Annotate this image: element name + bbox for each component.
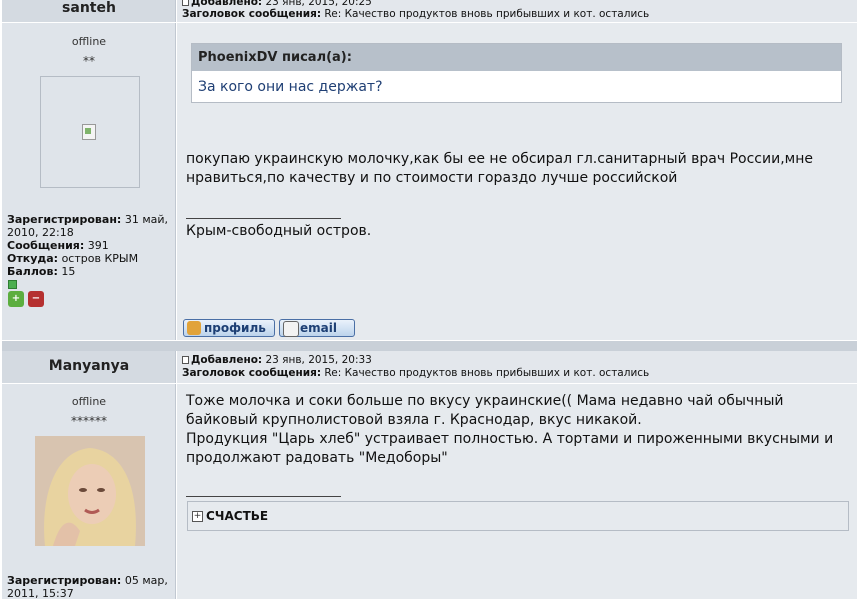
- posted-value: 23 янв, 2015, 20:25: [265, 0, 371, 8]
- message-line: нравиться,по качеству и по стоимости гор…: [186, 169, 813, 188]
- rank-stars: ******: [2, 414, 176, 428]
- subject-value: Re: Качество продуктов вновь прибывших и…: [324, 367, 649, 379]
- profile-button[interactable]: профиль: [183, 319, 275, 337]
- subject-value: Re: Качество продуктов вновь прибывших и…: [324, 8, 649, 20]
- posted-value: 23 янв, 2015, 20:33: [265, 354, 371, 366]
- signature: Крым-свободный остров.: [186, 222, 371, 241]
- quote-text: За кого они нас держат?: [192, 71, 841, 103]
- post-icon[interactable]: [182, 0, 189, 6]
- post-subject: Заголовок сообщения: Re: Качество продук…: [182, 8, 649, 21]
- avatar: [35, 436, 145, 546]
- thumbs-down-icon[interactable]: −: [28, 291, 44, 307]
- thumbs-up-icon[interactable]: +: [8, 291, 24, 307]
- post-icon[interactable]: [182, 356, 189, 364]
- expand-icon[interactable]: +: [192, 511, 203, 522]
- quote-header: PhoenixDV писал(а):: [192, 44, 841, 71]
- status-dot-icon: [8, 280, 17, 289]
- email-label: email: [300, 321, 337, 335]
- author-name[interactable]: santeh: [2, 0, 176, 16]
- author-name[interactable]: Manyanya: [2, 358, 176, 374]
- forum-thread: santeh Добавлено: 23 янв, 2015, 20:25 За…: [2, 0, 857, 599]
- envelope-icon: [283, 321, 299, 337]
- post-subject: Заголовок сообщения: Re: Качество продук…: [182, 367, 649, 380]
- posted-label: Добавлено:: [191, 354, 262, 366]
- avatar-photo: [35, 436, 145, 546]
- signature-divider: [186, 496, 341, 497]
- footer-right: профиль email: [177, 313, 857, 340]
- rank-stars: **: [2, 54, 176, 68]
- quote-block: PhoenixDV писал(а): За кого они нас держ…: [191, 43, 842, 103]
- online-status: offline: [2, 395, 176, 408]
- message-line: продолжают радовать "Медоборы": [186, 449, 833, 468]
- post-message: покупаю украинскую молочку,как бы ее не …: [186, 150, 813, 188]
- author-cell: Manyanya: [2, 351, 176, 383]
- post-header: santeh Добавлено: 23 янв, 2015, 20:25 За…: [2, 0, 857, 22]
- post-header: Manyanya Добавлено: 23 янв, 2015, 20:33 …: [2, 351, 857, 383]
- message-line: покупаю украинскую молочку,как бы ее не …: [186, 150, 813, 169]
- subject-label: Заголовок сообщения:: [182, 367, 321, 379]
- author-cell: santeh: [2, 0, 176, 22]
- message-line: Тоже молочка и соки больше по вкусу укра…: [186, 392, 833, 411]
- broken-image-icon: [82, 124, 96, 140]
- post-footer: профиль email: [2, 313, 857, 340]
- message-line: Продукция "Царь хлеб" устраивает полност…: [186, 430, 833, 449]
- profile-label: профиль: [204, 321, 266, 335]
- post-date: Добавлено: 23 янв, 2015, 20:33: [182, 354, 372, 367]
- footer-left: [2, 313, 176, 340]
- post-meta-cell: Добавлено: 23 янв, 2015, 20:33 Заголовок…: [177, 351, 857, 383]
- user-info: Зарегистрирован: 05 мар, 2011, 15:37: [7, 574, 173, 599]
- online-status: offline: [2, 35, 176, 48]
- signature-divider: [186, 218, 341, 219]
- post-meta-cell: Добавлено: 23 янв, 2015, 20:25 Заголовок…: [177, 0, 857, 22]
- profile-icon: [187, 321, 201, 335]
- posted-label: Добавлено:: [191, 0, 262, 8]
- avatar: [40, 76, 140, 188]
- user-info: Зарегистрирован: 31 май, 2010, 22:18 Соо…: [7, 213, 173, 278]
- post-message: Тоже молочка и соки больше по вкусу укра…: [186, 392, 833, 468]
- message-line: байковый крупнолистовой взяла г. Краснод…: [186, 411, 833, 430]
- email-button[interactable]: email: [279, 319, 355, 337]
- spoiler-title[interactable]: СЧАСТЬЕ: [206, 509, 268, 523]
- author-profile: offline ** Зарегистрирован: 31 май, 2010…: [2, 23, 176, 313]
- subject-label: Заголовок сообщения:: [182, 8, 321, 20]
- post-separator: [2, 341, 857, 351]
- spoiler-block[interactable]: + СЧАСТЬЕ: [187, 501, 849, 531]
